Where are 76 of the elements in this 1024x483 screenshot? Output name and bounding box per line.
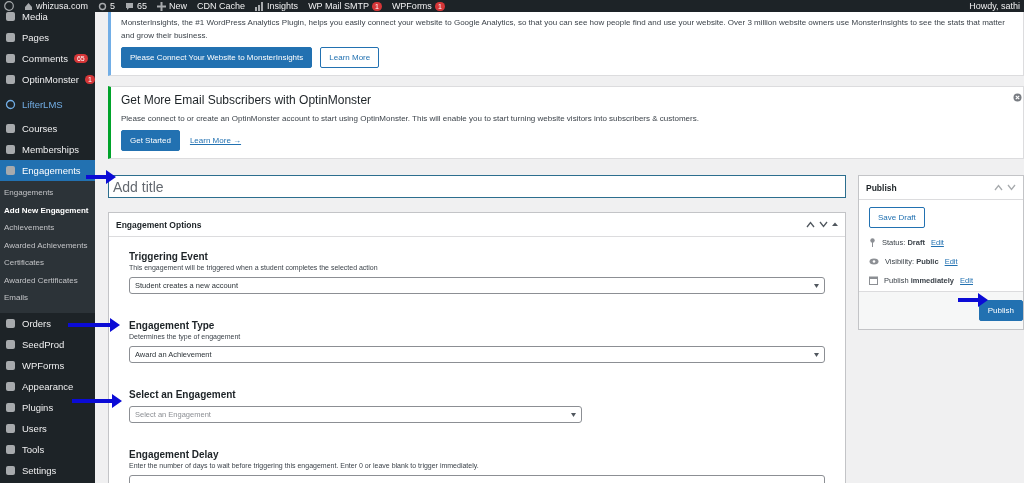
chevron-down-icon[interactable] xyxy=(819,221,828,228)
submenu-item[interactable]: Certificates xyxy=(0,254,95,272)
menu-icon xyxy=(5,12,16,22)
sidebar-item[interactable]: SeedProd xyxy=(0,333,95,355)
sidebar-item[interactable]: Memberships xyxy=(0,139,95,160)
field-label: Engagement Type xyxy=(129,320,216,331)
pin-icon xyxy=(869,238,876,247)
menu-icon xyxy=(5,165,16,176)
sidebar-item[interactable]: Settings xyxy=(0,459,95,481)
triangle-up-icon[interactable] xyxy=(832,221,838,228)
menu-icon xyxy=(5,338,16,350)
toolbar-link[interactable]: WPForms xyxy=(391,1,432,11)
caret-icon xyxy=(814,352,819,357)
menu-icon xyxy=(5,380,16,392)
menu-icon xyxy=(5,123,16,134)
notice-button[interactable]: Please Connect Your Website to MonsterInsights xyxy=(121,47,313,68)
comments-count[interactable]: 65 xyxy=(137,1,148,11)
submenu-item[interactable]: Engagements xyxy=(0,184,95,202)
plus-icon xyxy=(157,1,167,11)
notice-text: MonsterInsights, the #1 WordPress Analytics Plugin, helps you easily connect your website to Google Analytics, so that you can see how people find and use your website. Over 3 million website owners use MonsterInsights to see the stats that matter and grow their business. xyxy=(121,17,1006,42)
arrow-icon xyxy=(958,293,988,307)
sidebar-item[interactable]: Engagements xyxy=(0,160,95,181)
menu-icon xyxy=(5,32,16,43)
toolbar-link[interactable]: WP Mail SMTP xyxy=(308,1,369,11)
sidebar-item[interactable]: WPForms xyxy=(0,354,95,376)
field-label: Engagement Delay xyxy=(129,449,220,460)
sidebar-item[interactable]: Appearance xyxy=(0,375,95,397)
menu-icon xyxy=(5,464,16,476)
eye-icon xyxy=(869,258,879,265)
panel-title: Publish xyxy=(866,182,897,193)
account-greeting[interactable]: Howdy, sathi xyxy=(969,1,1020,11)
toolbar-link[interactable]: CDN Cache xyxy=(197,1,246,11)
submenu-item[interactable]: Awarded Achievements xyxy=(0,236,95,254)
arrow-icon xyxy=(72,394,122,408)
new-link[interactable]: New xyxy=(169,1,188,11)
menu-icon xyxy=(5,74,16,85)
menu-icon xyxy=(5,422,16,434)
panel-title: Engagement Options xyxy=(116,219,202,230)
caret-icon xyxy=(571,412,576,417)
sidebar-item[interactable]: Pages xyxy=(0,27,95,48)
caret-icon xyxy=(814,283,819,288)
bar-chart-icon xyxy=(255,1,265,11)
notice-button[interactable]: Learn More xyxy=(320,47,380,68)
sidebar-item[interactable]: Users xyxy=(0,417,95,439)
field-label: Select an Engagement xyxy=(129,389,237,400)
menu-icon xyxy=(5,359,16,371)
chevron-up-icon[interactable] xyxy=(806,221,815,228)
menu-icon xyxy=(5,317,16,329)
calendar-icon xyxy=(869,276,878,285)
site-link[interactable]: whizusa.com xyxy=(36,1,89,11)
menu-icon xyxy=(5,53,16,64)
submenu-item[interactable]: Emails xyxy=(0,289,95,307)
updates-count[interactable]: 5 xyxy=(110,1,116,11)
submenu-item[interactable]: Achievements xyxy=(0,219,95,237)
close-icon[interactable] xyxy=(1013,93,1022,102)
menu-icon xyxy=(5,401,16,413)
notice-text: Please connect to or create an OptinMonster account to start using OptinMonster. This will enable you to start turning website visitors into subscribers & customers. xyxy=(121,113,700,125)
sidebar-item[interactable]: Media xyxy=(0,12,95,27)
menu-icon xyxy=(5,443,16,455)
menu-icon xyxy=(5,144,16,155)
sidebar-item[interactable]: Tools xyxy=(0,438,95,460)
notice-title: Get More Email Subscribers with OptinMonster xyxy=(121,93,373,107)
toolbar-link[interactable]: Insights xyxy=(267,1,299,11)
comment-icon xyxy=(125,1,135,11)
arrow-icon xyxy=(68,318,120,332)
learn-more-link[interactable]: Learn More → xyxy=(187,131,244,150)
sidebar-item[interactable]: LifterLMS xyxy=(0,90,95,118)
field-label: Triggering Event xyxy=(129,251,209,262)
submenu-item[interactable]: Add New Engagement xyxy=(0,201,95,219)
sidebar-item[interactable]: Courses xyxy=(0,118,95,139)
notice-button[interactable]: Get Started xyxy=(121,130,180,151)
submenu-item[interactable]: Awarded Certificates xyxy=(0,271,95,289)
home-icon xyxy=(24,1,33,11)
publish-button[interactable]: Publish xyxy=(978,300,1023,321)
save-draft-button[interactable]: Save Draft xyxy=(869,207,925,228)
title-field[interactable]: Add title xyxy=(108,175,846,198)
